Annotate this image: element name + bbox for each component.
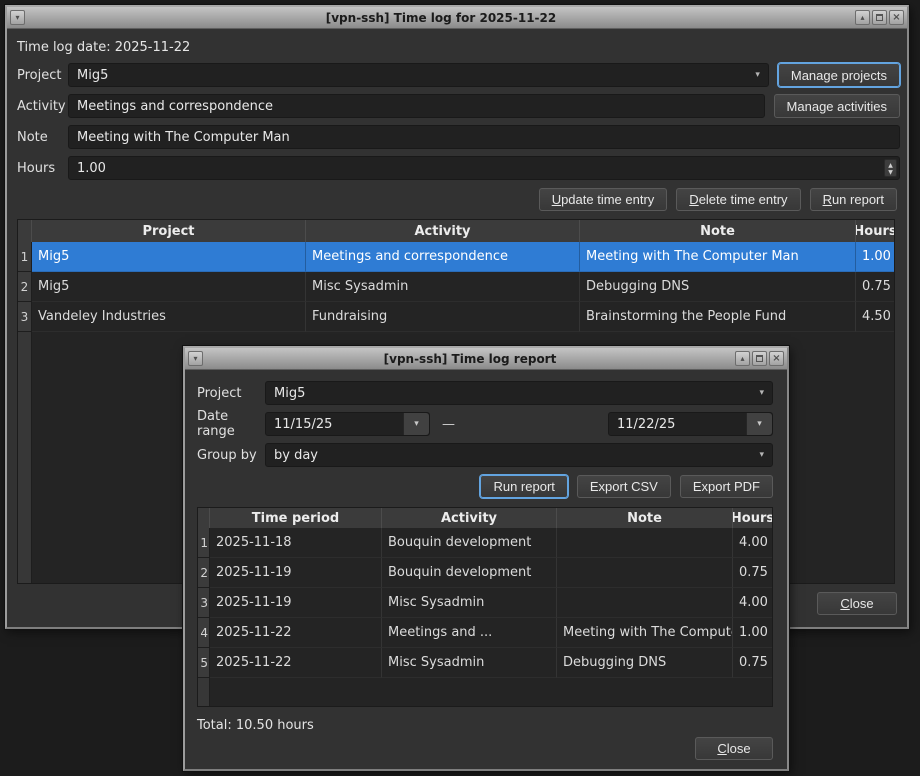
corner-cell: [198, 508, 210, 528]
update-time-entry-button[interactable]: Update time entry: [539, 188, 668, 211]
report-actions: Run report Export CSV Export PDF: [197, 475, 773, 498]
report-dialog: ▾ [vpn-ssh] Time log report ▴ × Project …: [183, 346, 789, 771]
date-to-select[interactable]: 11/22/25 ▾: [608, 412, 773, 436]
chevron-down-icon[interactable]: ▾: [746, 413, 772, 435]
date-from-select[interactable]: 11/15/25 ▾: [265, 412, 430, 436]
report-row[interactable]: 3 2025-11-19 Misc Sysadmin 4.00: [198, 588, 772, 618]
close-icon[interactable]: ×: [769, 351, 784, 366]
run-report-button[interactable]: Run report: [810, 188, 897, 211]
report-project-row: Project Mig5 ▾: [197, 381, 773, 405]
report-row[interactable]: 5 2025-11-22 Misc Sysadmin Debugging DNS…: [198, 648, 772, 678]
manage-activities-button[interactable]: Manage activities: [774, 94, 900, 118]
row-number[interactable]: 1: [198, 528, 210, 558]
maximize-icon[interactable]: [872, 10, 887, 25]
note-value: Meeting with The Computer Man: [77, 130, 290, 145]
report-table-body: 1 2025-11-18 Bouquin development 4.00 2 …: [198, 528, 772, 706]
table-header: Project Activity Note Hours: [18, 220, 894, 242]
date-range-label: Date range: [197, 409, 265, 439]
table-row[interactable]: 2 Mig5 Misc Sysadmin Debugging DNS 0.75: [18, 272, 894, 302]
group-by-value: by day: [274, 448, 318, 463]
group-by-row: Group by by day ▾: [197, 443, 773, 467]
dialog-titlebar[interactable]: ▾ [vpn-ssh] Time log report ▴ ×: [185, 348, 787, 370]
activity-input[interactable]: Meetings and correspondence: [68, 94, 765, 118]
total-hours-label: Total: 10.50 hours: [197, 718, 773, 734]
report-table: Time period Activity Note Hours 1 2025-1…: [197, 507, 773, 707]
row-number[interactable]: 1: [18, 242, 32, 272]
header-activity: Activity: [382, 508, 557, 528]
main-window-title: [vpn-ssh] Time log for 2025-11-22: [29, 11, 853, 25]
chevron-down-icon: ▾: [759, 388, 764, 398]
header-hours: Hours: [733, 508, 772, 528]
row-number[interactable]: 4: [198, 618, 210, 648]
date-range-separator: —: [442, 417, 455, 432]
header-hours: Hours: [856, 220, 894, 242]
group-by-label: Group by: [197, 448, 265, 463]
note-input[interactable]: Meeting with The Computer Man: [68, 125, 900, 149]
dialog-close-button[interactable]: Close: [695, 737, 773, 760]
project-select[interactable]: Mig5 ▾: [68, 63, 769, 87]
row-number[interactable]: 2: [18, 272, 32, 302]
close-icon[interactable]: ×: [889, 10, 904, 25]
note-label: Note: [17, 130, 68, 145]
table-row[interactable]: 3 Vandeley Industries Fundraising Brains…: [18, 302, 894, 332]
date-to-value: 11/22/25: [617, 417, 675, 432]
report-project-label: Project: [197, 386, 265, 401]
row-number[interactable]: 3: [198, 588, 210, 618]
main-close-button[interactable]: Close: [817, 592, 897, 615]
dialog-run-report-button[interactable]: Run report: [480, 475, 567, 498]
hours-value: 1.00: [77, 161, 106, 176]
header-activity: Activity: [306, 220, 580, 242]
corner-cell: [18, 220, 32, 242]
entry-actions: Update time entry Delete time entry Run …: [17, 188, 897, 211]
dialog-title: [vpn-ssh] Time log report: [207, 352, 733, 366]
row-number[interactable]: 5: [198, 648, 210, 678]
project-value: Mig5: [77, 68, 108, 83]
chevron-down-icon: ▾: [759, 450, 764, 460]
report-row[interactable]: 2 2025-11-19 Bouquin development 0.75: [198, 558, 772, 588]
dialog-content: Project Mig5 ▾ Date range 11/15/25 ▾ — 1…: [185, 370, 787, 769]
report-row[interactable]: 1 2025-11-18 Bouquin development 4.00: [198, 528, 772, 558]
activity-value: Meetings and correspondence: [77, 99, 273, 114]
hours-label: Hours: [17, 161, 68, 176]
hours-row: Hours 1.00 ▲ ▼: [17, 156, 900, 180]
export-pdf-button[interactable]: Export PDF: [680, 475, 773, 498]
row-number[interactable]: 3: [18, 302, 32, 332]
report-table-header: Time period Activity Note Hours: [198, 508, 772, 528]
spin-down-icon[interactable]: ▼: [888, 169, 893, 176]
group-by-select[interactable]: by day ▾: [265, 443, 773, 467]
export-csv-button[interactable]: Export CSV: [577, 475, 671, 498]
shade-icon[interactable]: ▴: [735, 351, 750, 366]
delete-time-entry-button[interactable]: Delete time entry: [676, 188, 800, 211]
chevron-down-icon[interactable]: ▾: [403, 413, 429, 435]
maximize-icon[interactable]: [752, 351, 767, 366]
main-titlebar[interactable]: ▾ [vpn-ssh] Time log for 2025-11-22 ▴ ×: [7, 7, 907, 29]
row-number[interactable]: 2: [198, 558, 210, 588]
date-range-row: Date range 11/15/25 ▾ — 11/22/25 ▾: [197, 412, 773, 436]
report-project-select[interactable]: Mig5 ▾: [265, 381, 773, 405]
table-row[interactable]: 1 Mig5 Meetings and correspondence Meeti…: [18, 242, 894, 272]
time-log-date-label: Time log date: 2025-11-22: [17, 40, 900, 57]
date-from-value: 11/15/25: [274, 417, 332, 432]
header-note: Note: [557, 508, 733, 528]
header-project: Project: [32, 220, 306, 242]
note-row: Note Meeting with The Computer Man: [17, 125, 900, 149]
shade-icon[interactable]: ▴: [855, 10, 870, 25]
header-time-period: Time period: [210, 508, 382, 528]
window-menu-icon[interactable]: ▾: [188, 351, 203, 366]
header-note: Note: [580, 220, 856, 242]
activity-label: Activity: [17, 99, 68, 114]
project-row: Project Mig5 ▾ Manage projects: [17, 63, 900, 87]
window-menu-icon[interactable]: ▾: [10, 10, 25, 25]
chevron-down-icon: ▾: [755, 70, 760, 80]
activity-row: Activity Meetings and correspondence Man…: [17, 94, 900, 118]
report-row[interactable]: 4 2025-11-22 Meetings and ... Meeting wi…: [198, 618, 772, 648]
hours-spinner[interactable]: 1.00 ▲ ▼: [68, 156, 900, 180]
spin-up-icon[interactable]: ▲: [888, 162, 893, 169]
dialog-close-row: Close: [197, 737, 773, 760]
report-project-value: Mig5: [274, 386, 305, 401]
spinner-arrows[interactable]: ▲ ▼: [884, 159, 897, 177]
manage-projects-button[interactable]: Manage projects: [778, 63, 900, 87]
project-label: Project: [17, 68, 68, 83]
